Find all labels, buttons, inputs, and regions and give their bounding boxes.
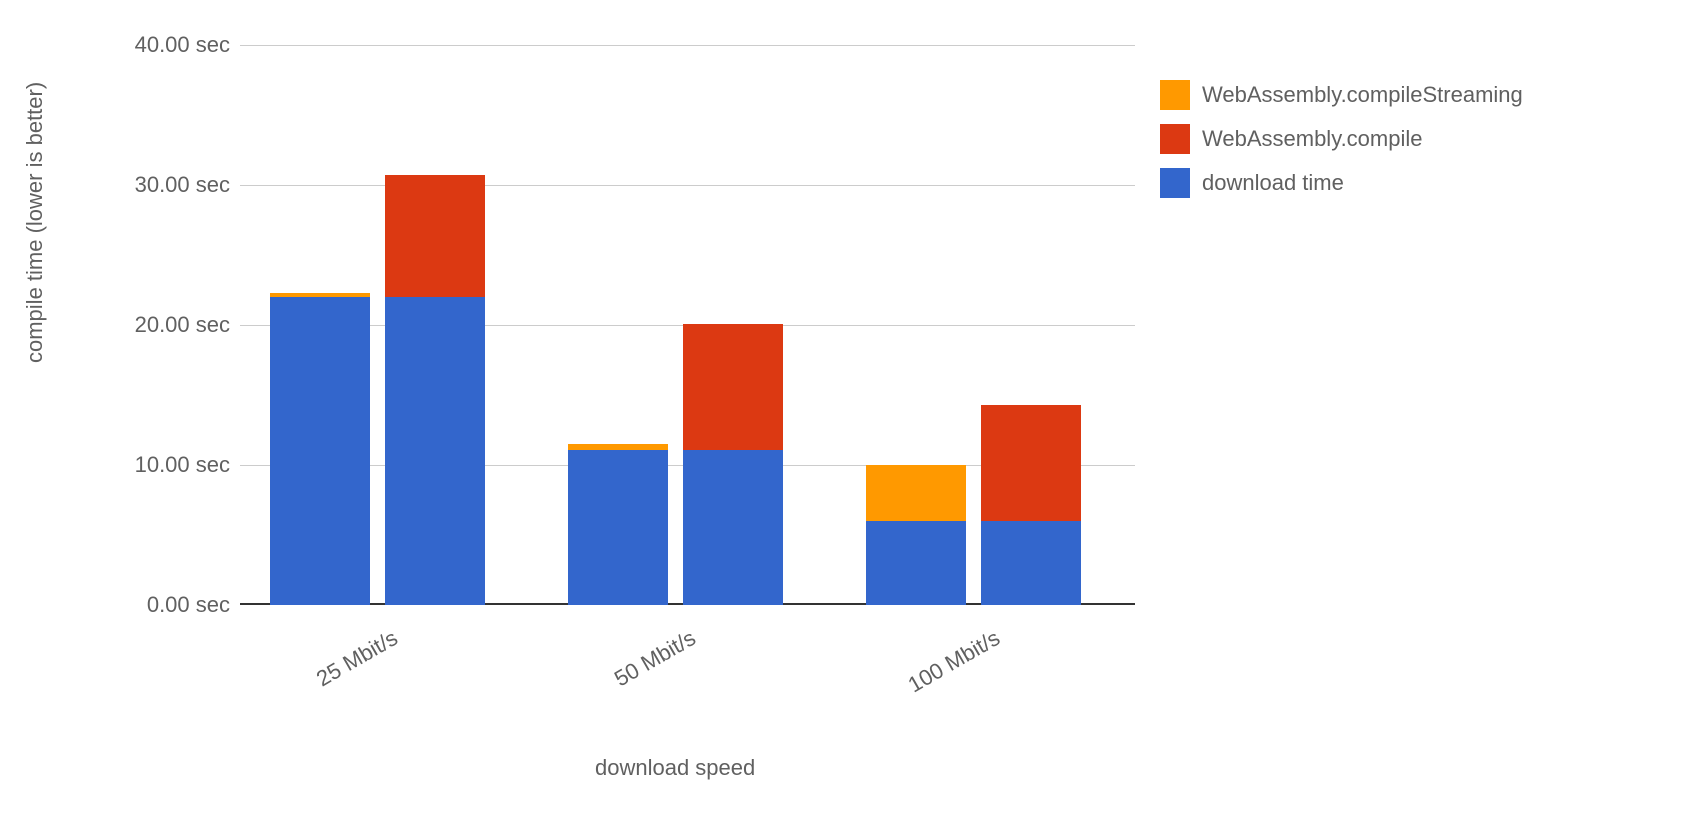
bar-group — [836, 45, 1134, 605]
bar-segment-compile — [981, 405, 1081, 521]
plot-area: 40.00 sec 30.00 sec 20.00 sec 10.00 sec … — [240, 45, 1135, 605]
bar-segment-compile — [683, 324, 783, 450]
legend-item: download time — [1160, 168, 1523, 198]
legend-label: WebAssembly.compileStreaming — [1202, 82, 1523, 108]
x-tick-label: 25 Mbit/s — [312, 625, 402, 692]
bar-segment-download — [981, 521, 1081, 605]
legend-label: WebAssembly.compile — [1202, 126, 1422, 152]
bar-group — [538, 45, 836, 605]
bar-group — [240, 45, 538, 605]
bar-segment-download — [270, 297, 370, 605]
legend-swatch-compile — [1160, 124, 1190, 154]
legend-item: WebAssembly.compile — [1160, 124, 1523, 154]
bar-segment-download — [568, 450, 668, 605]
bar-segment-streaming — [270, 293, 370, 297]
bar-segment-download — [683, 450, 783, 605]
y-tick-label: 20.00 sec — [100, 312, 230, 338]
bar-segment-download — [385, 297, 485, 605]
chart-container: compile time (lower is better) download … — [40, 20, 1660, 800]
bar-segment-streaming — [866, 465, 966, 521]
x-tick-label: 100 Mbit/s — [904, 625, 1005, 698]
legend: WebAssembly.compileStreaming WebAssembly… — [1160, 80, 1523, 212]
legend-swatch-download — [1160, 168, 1190, 198]
y-tick-label: 40.00 sec — [100, 32, 230, 58]
bar-segment-compile — [385, 175, 485, 297]
x-axis-label: download speed — [595, 755, 755, 781]
y-tick-label: 0.00 sec — [100, 592, 230, 618]
bar-segment-streaming — [568, 444, 668, 450]
bar-segment-download — [866, 521, 966, 605]
y-tick-label: 10.00 sec — [100, 452, 230, 478]
y-tick-label: 30.00 sec — [100, 172, 230, 198]
legend-label: download time — [1202, 170, 1344, 196]
legend-swatch-streaming — [1160, 80, 1190, 110]
legend-item: WebAssembly.compileStreaming — [1160, 80, 1523, 110]
y-axis-label: compile time (lower is better) — [22, 82, 48, 363]
x-tick-label: 50 Mbit/s — [610, 625, 700, 692]
